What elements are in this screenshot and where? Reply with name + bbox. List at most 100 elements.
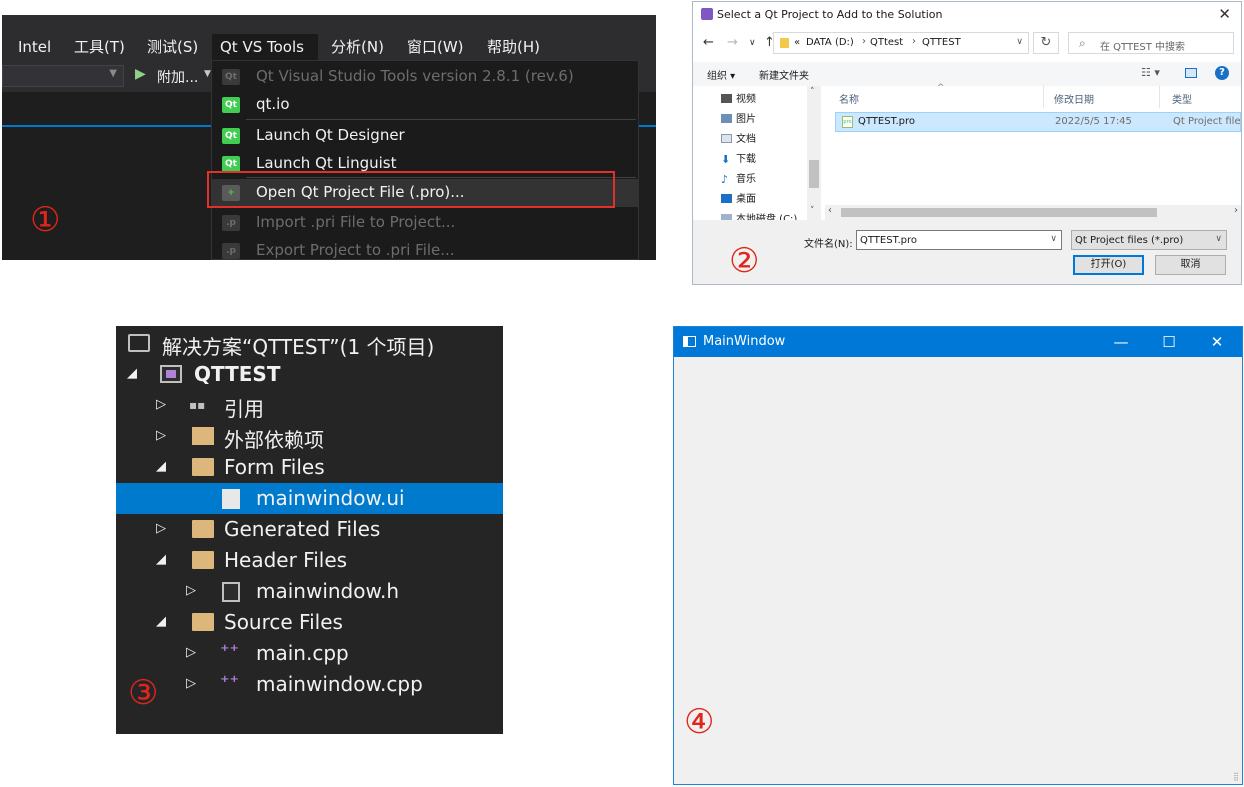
configuration-combo[interactable]: ▼	[2, 65, 124, 87]
menu-test[interactable]: 测试(S)	[139, 34, 206, 60]
breadcrumb-overflow[interactable]: «	[794, 37, 800, 48]
close-icon[interactable]: ✕	[1218, 5, 1231, 23]
filter-folder-icon	[192, 613, 214, 631]
file-row[interactable]: pro QTTEST.pro 2022/5/5 17:45 Qt Project…	[835, 112, 1241, 132]
collapse-arrow-icon[interactable]: ◢	[127, 366, 137, 381]
tree-node-label: mainwindow.ui	[256, 486, 405, 510]
organize-label: 组织	[707, 71, 727, 82]
column-divider[interactable]	[1043, 86, 1044, 108]
resize-grip-icon[interactable]: ⣿	[1233, 772, 1239, 781]
menu-intel[interactable]: Intel	[10, 34, 59, 60]
tree-item-music[interactable]: ♪ 音乐	[721, 170, 756, 188]
tree-item-desktop[interactable]: 桌面	[721, 190, 756, 208]
expand-arrow-icon[interactable]: ▷	[186, 583, 196, 598]
source-files-node[interactable]: ◢ Source Files	[116, 607, 503, 638]
minimize-icon[interactable]: —	[1098, 331, 1144, 353]
open-button[interactable]: 打开(O)	[1073, 255, 1144, 275]
chevron-down-icon[interactable]: ▼	[204, 69, 211, 79]
main-cpp-node[interactable]: ▷ ⁺⁺ main.cpp	[116, 638, 503, 669]
breadcrumb-drive[interactable]: DATA (D:)	[806, 37, 854, 48]
filetype-select[interactable]: Qt Project files (*.pro) ∨	[1071, 230, 1227, 250]
mainwindow-ui-node[interactable]: mainwindow.ui	[116, 483, 503, 514]
refresh-icon[interactable]: ↻	[1033, 32, 1059, 54]
command-bar: 组织 ▾ 新建文件夹 ☷ ▾ ?	[693, 62, 1241, 86]
project-icon	[160, 365, 182, 383]
chevron-down-icon[interactable]: ∨	[1215, 234, 1222, 244]
column-divider[interactable]	[1159, 86, 1160, 108]
tree-item-videos[interactable]: 视频	[721, 90, 756, 108]
column-header-date[interactable]: 修改日期	[1054, 91, 1094, 106]
chevron-left-icon[interactable]: ‹	[828, 205, 832, 216]
tree-scrollbar[interactable]: ˄ ˅	[807, 86, 821, 220]
expand-arrow-icon[interactable]: ▷	[156, 428, 166, 443]
preview-pane-icon[interactable]	[1185, 68, 1197, 78]
menu-qt-vs-tools[interactable]: Qt VS Tools	[212, 34, 318, 60]
breadcrumb-qttest[interactable]: QTtest	[870, 37, 903, 48]
external-deps-node[interactable]: ▷ 外部依赖项	[116, 421, 503, 452]
column-header-name[interactable]: 名称	[839, 91, 859, 106]
chevron-down-icon[interactable]: ˅	[810, 206, 815, 216]
tree-node-label: mainwindow.h	[256, 579, 400, 603]
file-type: Qt Project file	[1173, 116, 1241, 127]
chevron-down-icon: ▼	[109, 68, 117, 79]
cancel-button[interactable]: 取消	[1155, 255, 1226, 275]
chevron-down-icon[interactable]: ∨	[1050, 234, 1057, 244]
search-input[interactable]: ⌕ 在 QTTEST 中搜索	[1068, 32, 1234, 54]
menu-help[interactable]: 帮助(H)	[479, 34, 548, 60]
menu-analyze[interactable]: 分析(N)	[323, 34, 392, 60]
filename-value: QTTEST.pro	[860, 235, 918, 246]
tree-item-pictures[interactable]: 图片	[721, 110, 756, 128]
column-header-type[interactable]: 类型	[1172, 91, 1192, 106]
folder-icon	[780, 38, 789, 48]
expand-arrow-icon[interactable]: ▷	[186, 676, 196, 691]
chevron-down-icon[interactable]: ∨	[1016, 37, 1023, 47]
chevron-down-icon[interactable]: ∨	[749, 38, 756, 48]
scrollbar-thumb[interactable]	[809, 160, 819, 188]
back-arrow-icon[interactable]: ←	[703, 35, 714, 50]
desktop-icon	[721, 194, 732, 203]
cpp-file-icon: ⁺⁺	[220, 672, 240, 693]
collapse-arrow-icon[interactable]: ◢	[156, 552, 166, 567]
tree-item-downloads[interactable]: ⬇ 下载	[721, 150, 756, 168]
menu-tools[interactable]: 工具(T)	[66, 34, 133, 60]
form-files-node[interactable]: ◢ Form Files	[116, 452, 503, 483]
forward-arrow-icon[interactable]: →	[727, 35, 738, 50]
tree-item-documents[interactable]: 文档	[721, 130, 756, 148]
mainwindow-h-node[interactable]: ▷ mainwindow.h	[116, 576, 503, 607]
play-icon[interactable]: ▶	[135, 66, 146, 82]
menu-item-label: Qt Visual Studio Tools version 2.8.1 (re…	[256, 67, 574, 85]
breadcrumb-current[interactable]: QTTEST	[922, 37, 961, 48]
menu-window[interactable]: 窗口(W)	[399, 34, 472, 60]
project-node[interactable]: ◢ QTTEST	[116, 359, 503, 390]
header-files-node[interactable]: ◢ Header Files	[116, 545, 503, 576]
menu-item-version: Qt Qt Visual Studio Tools version 2.8.1 …	[212, 63, 638, 91]
collapse-arrow-icon[interactable]: ◢	[156, 459, 166, 474]
address-bar[interactable]: « DATA (D:) › QTtest › QTTEST ∨	[773, 32, 1029, 54]
menu-item-label: Export Project to .pri File...	[256, 241, 455, 259]
organize-button[interactable]: 组织 ▾	[707, 67, 735, 82]
qt-project-file-icon: pro	[842, 116, 853, 128]
filename-input[interactable]: QTTEST.pro ∨	[856, 230, 1062, 250]
maximize-icon[interactable]: ☐	[1146, 331, 1192, 353]
expand-arrow-icon[interactable]: ▷	[156, 397, 166, 412]
project-label: QTTEST	[194, 362, 281, 386]
help-icon[interactable]: ?	[1215, 66, 1229, 80]
menu-item-qt-io[interactable]: Qt qt.io	[212, 91, 638, 119]
dialog-footer: 文件名(N): QTTEST.pro ∨ Qt Project files (*…	[693, 220, 1241, 284]
solution-node[interactable]: 解决方案“QTTEST”(1 个项目)	[116, 328, 503, 359]
references-node[interactable]: ▷ ▪▪ 引用	[116, 390, 503, 421]
mainwindow-cpp-node[interactable]: ▷ ⁺⁺ mainwindow.cpp	[116, 669, 503, 700]
new-folder-button[interactable]: 新建文件夹	[759, 67, 809, 82]
attach-button[interactable]: 附加...	[157, 67, 198, 87]
generated-files-node[interactable]: ▷ Generated Files	[116, 514, 503, 545]
close-icon[interactable]: ✕	[1194, 331, 1240, 353]
chevron-up-icon[interactable]: ˄	[810, 87, 815, 97]
expand-arrow-icon[interactable]: ▷	[186, 645, 196, 660]
collapse-arrow-icon[interactable]: ◢	[156, 614, 166, 629]
view-options-icon[interactable]: ☷ ▾	[1141, 66, 1160, 79]
chevron-right-icon[interactable]: ›	[1234, 205, 1238, 216]
expand-arrow-icon[interactable]: ▷	[156, 521, 166, 536]
menu-item-launch-designer[interactable]: Qt Launch Qt Designer	[212, 122, 638, 150]
scrollbar-thumb[interactable]	[841, 208, 1157, 217]
horizontal-scrollbar[interactable]: ‹ ›	[825, 205, 1241, 220]
